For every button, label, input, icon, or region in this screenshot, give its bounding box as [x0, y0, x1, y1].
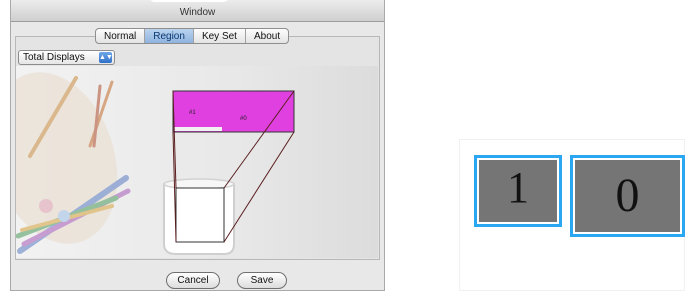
- updown-arrows-icon: ▲▼: [99, 52, 113, 63]
- display-0-label: 0: [615, 169, 640, 222]
- region-label-0: #0: [240, 116, 247, 122]
- display-1-label: 1: [507, 163, 529, 212]
- settings-window: Window Normal Region Key Set About Total…: [10, 0, 385, 291]
- display-select[interactable]: Total Displays ▲▼: [18, 50, 115, 65]
- display-select-value: Total Displays: [23, 52, 85, 63]
- tab-key-set[interactable]: Key Set: [194, 29, 246, 43]
- tab-about[interactable]: About: [246, 29, 288, 43]
- region-target-rect: [175, 187, 225, 243]
- window-title: Window: [179, 7, 216, 18]
- display-1-tile[interactable]: 1: [474, 155, 562, 227]
- tab-normal[interactable]: Normal: [96, 29, 146, 43]
- cancel-button[interactable]: Cancel: [166, 272, 220, 289]
- tab-region[interactable]: Region: [145, 29, 194, 43]
- region-editor[interactable]: #1 #0: [11, 66, 378, 258]
- window-titlebar[interactable]: Window: [11, 0, 384, 22]
- display-region-bar: [174, 127, 222, 131]
- display-0-tile[interactable]: 0: [570, 155, 685, 237]
- save-button[interactable]: Save: [237, 272, 287, 289]
- region-label-1: #1: [189, 110, 196, 116]
- region-illustration: #1 #0: [11, 72, 295, 255]
- titlebar-notch: [149, 0, 229, 2]
- paint-palette-artwork: [11, 72, 131, 254]
- tab-bar: Normal Region Key Set About: [95, 28, 290, 44]
- display-arrangement-panel: 1 0: [459, 139, 685, 291]
